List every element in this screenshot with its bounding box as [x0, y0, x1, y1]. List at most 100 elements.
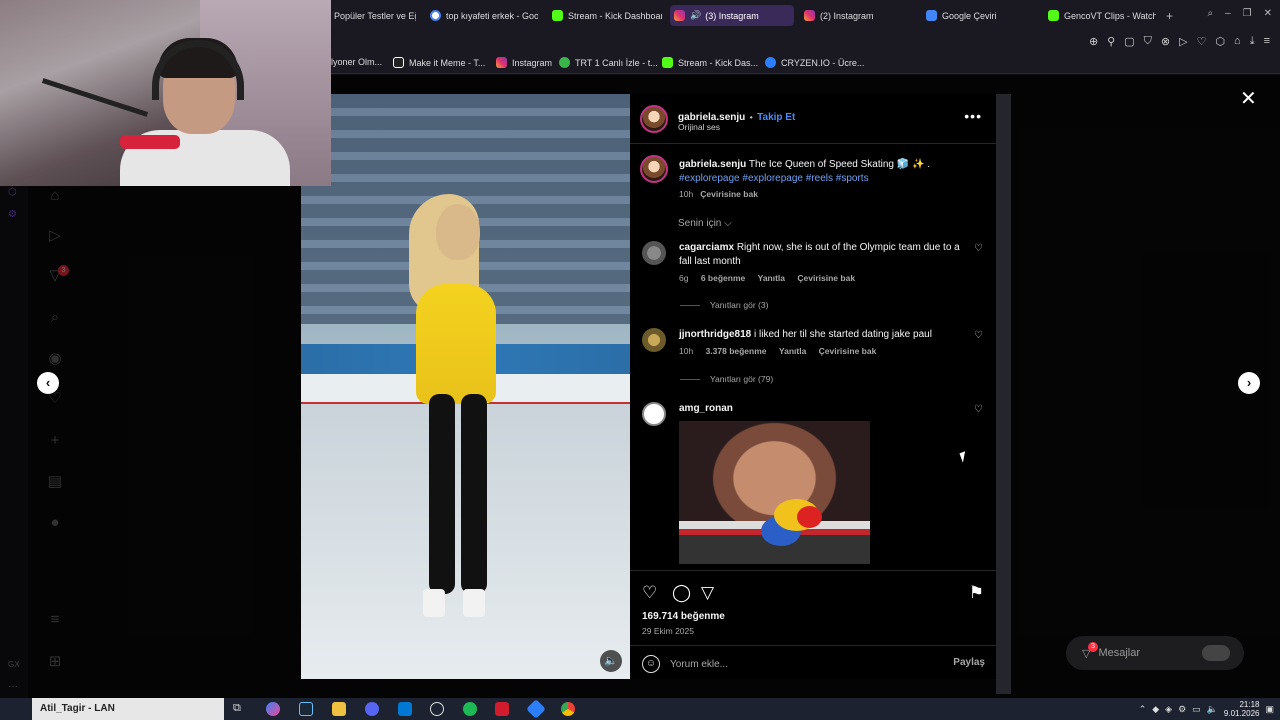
screenshot-icon[interactable]: ▢: [1124, 35, 1134, 48]
notification-center-icon[interactable]: ▣: [1265, 704, 1274, 715]
caption-hashtags[interactable]: #explorepage #explorepage #reels #sports: [679, 173, 869, 184]
author-avatar[interactable]: [640, 105, 668, 133]
save-icon[interactable]: ⚑: [969, 583, 984, 603]
taskbar-search[interactable]: Atil_Tagir - LAN: [32, 698, 224, 720]
comment-username[interactable]: jjnorthridge818: [679, 329, 751, 340]
commenter-avatar[interactable]: [642, 402, 666, 426]
kick-icon: [1048, 10, 1059, 21]
new-tab-button[interactable]: +: [1162, 5, 1178, 26]
tab-google-search[interactable]: top kıyafeti erkek - Goog: [426, 5, 538, 26]
reply-button[interactable]: Yanıtla: [758, 273, 785, 283]
like-comment-icon[interactable]: ♡: [974, 243, 983, 254]
bookmark-item[interactable]: TRT 1 Canlı İzle - t...: [559, 57, 658, 68]
comment-icon[interactable]: ◯: [672, 583, 691, 603]
heart-outline-icon[interactable]: ♡: [1197, 35, 1207, 48]
comment-likes[interactable]: 6 beğenme: [701, 273, 745, 283]
bookmark-item[interactable]: Instagram: [496, 57, 552, 68]
more-options-icon[interactable]: •••: [964, 108, 982, 124]
tab-populer-testler[interactable]: Popüler Testler ve Eğ: [330, 5, 416, 26]
commenter-avatar[interactable]: [642, 328, 666, 352]
caption-username[interactable]: gabriela.senju: [679, 159, 746, 170]
comment-username[interactable]: cagarciamx: [679, 242, 734, 253]
reply-button[interactable]: Yanıtla: [779, 346, 806, 356]
post-comment-button[interactable]: Paylaş: [953, 657, 985, 668]
wallet-icon[interactable]: ⌂: [1234, 35, 1241, 48]
search-tabs-icon[interactable]: ⌕: [1207, 8, 1213, 19]
shield-icon[interactable]: ⛉: [1144, 35, 1152, 48]
extensions-icon[interactable]: ⬡: [1215, 35, 1225, 48]
tray-chevron-icon[interactable]: ⌃: [1139, 704, 1147, 715]
maximize-icon[interactable]: ❐: [1243, 8, 1252, 19]
menu-icon[interactable]: ≡: [1264, 35, 1270, 48]
discord-icon[interactable]: [365, 702, 379, 716]
share-icon[interactable]: ▽: [701, 583, 714, 603]
tray-app-icon[interactable]: ◈: [1165, 704, 1172, 715]
close-icon[interactable]: ✕: [1240, 86, 1257, 111]
like-comment-icon[interactable]: ♡: [974, 330, 983, 341]
task-view-icon[interactable]: ⧉: [233, 702, 247, 716]
translate-button[interactable]: Çevirisine bak: [797, 273, 855, 283]
tab-instagram-2[interactable]: (2) Instagram: [800, 5, 912, 26]
caption-avatar[interactable]: [640, 155, 668, 183]
post-caption: gabriela.senju The Ice Queen of Speed Sk…: [679, 158, 979, 201]
play-icon[interactable]: ▷: [1179, 35, 1187, 48]
translate-button[interactable]: Çevirisine bak: [819, 346, 877, 356]
comment-input[interactable]: [670, 657, 910, 671]
clock[interactable]: 21:18 9.01.2026: [1224, 700, 1260, 718]
copilot-icon[interactable]: [266, 702, 280, 716]
commenter-avatar[interactable]: [642, 241, 666, 265]
like-icon[interactable]: ♡: [642, 583, 657, 603]
chevron-right-icon[interactable]: ›: [1238, 372, 1260, 394]
download-icon[interactable]: ⤓: [1250, 35, 1255, 48]
spotify-icon[interactable]: [463, 702, 477, 716]
obs-icon[interactable]: [430, 702, 444, 716]
pin-icon[interactable]: ⚲: [1107, 35, 1115, 48]
comment-sort-dropdown[interactable]: Senin için ⌵: [678, 218, 732, 229]
caption-translate[interactable]: Çevirisine bak: [700, 189, 758, 199]
file-explorer-icon[interactable]: [332, 702, 346, 716]
view-replies-button[interactable]: Yanıtları gör (3): [680, 300, 768, 310]
audio-label[interactable]: Orijinal ses: [678, 122, 720, 132]
tab-kick-dashboard[interactable]: Stream - Kick Dashboard: [548, 5, 662, 26]
app-icon[interactable]: [526, 699, 546, 719]
skater-suit: [416, 284, 496, 404]
emoji-icon[interactable]: ☺: [642, 655, 660, 673]
tray-app-icon[interactable]: ⚙: [1178, 704, 1186, 715]
mute-icon[interactable]: 🔈: [600, 650, 622, 672]
bookmark-item[interactable]: Stream - Kick Das...: [662, 57, 758, 68]
network-icon[interactable]: ▭: [1192, 704, 1201, 715]
minimize-icon[interactable]: –: [1225, 8, 1231, 19]
tab-google-translate[interactable]: Google Çeviri: [922, 5, 1034, 26]
tray-app-icon[interactable]: ◆: [1152, 704, 1159, 715]
chevron-left-icon[interactable]: ‹: [37, 372, 59, 394]
steam-icon[interactable]: [299, 702, 313, 716]
bookmark-item[interactable]: Make it Meme - T...: [393, 57, 485, 68]
tab-gencovt-clips[interactable]: GencoVT Clips - Watch L: [1044, 5, 1156, 26]
follow-button[interactable]: Takip Et: [757, 112, 795, 123]
reel-video[interactable]: 🔈: [301, 94, 630, 679]
mail-icon[interactable]: [398, 702, 412, 716]
comment-age: 10h: [679, 346, 694, 356]
close-small-icon[interactable]: ⊗: [1161, 35, 1170, 48]
volume-icon[interactable]: 🔈: [1207, 704, 1218, 715]
bookmark-item[interactable]: CRYZEN.IO - Ücre...: [765, 57, 864, 68]
opera-gx-icon[interactable]: [495, 702, 509, 716]
window-controls: ⌕ – ❐ ✕: [1207, 8, 1272, 19]
comment-gif[interactable]: [679, 421, 870, 564]
bookmark-item[interactable]: lyoner Olm...: [331, 57, 382, 67]
messages-button[interactable]: ▽ 3 Mesajlar: [1066, 636, 1244, 670]
bookmark-label: TRT 1 Canlı İzle - t...: [575, 57, 658, 68]
like-count[interactable]: 169.714 beğenme: [642, 611, 725, 622]
view-replies-button[interactable]: Yanıtları gör (79): [680, 374, 773, 384]
chrome-icon[interactable]: [561, 702, 575, 716]
tab-instagram-active[interactable]: 🔊 (3) Instagram: [670, 5, 794, 26]
instagram-icon: [804, 10, 815, 21]
comment-item: amg_ronan ♡: [642, 402, 987, 426]
comment-likes[interactable]: 3.378 beğenme: [706, 346, 767, 356]
like-comment-icon[interactable]: ♡: [974, 404, 983, 415]
zoom-icon[interactable]: ⊕: [1089, 35, 1098, 48]
comment-username[interactable]: amg_ronan: [679, 403, 733, 414]
close-window-icon[interactable]: ✕: [1264, 8, 1272, 19]
tab-label: (2) Instagram: [820, 10, 874, 21]
skate: [423, 589, 445, 617]
